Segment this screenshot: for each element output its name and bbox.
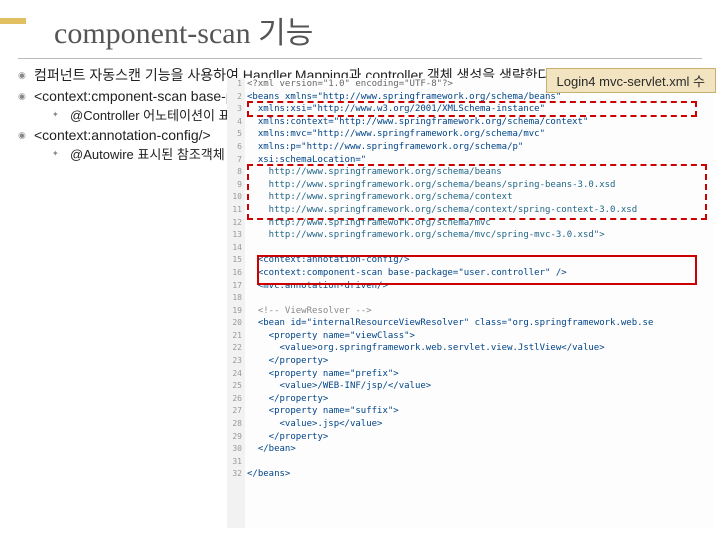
code-editor: 1234567891011121314151617181920212223242… <box>227 78 713 528</box>
filename-callout: Login4 mvc-servlet.xml 수 <box>546 68 717 93</box>
code-gutter: 1234567891011121314151617181920212223242… <box>227 78 245 528</box>
slide: component-scan 기능 컴퍼넌트 자동스캔 기능을 사용하여 Han… <box>0 0 720 175</box>
slide-title: component-scan 기능 <box>18 6 702 59</box>
bullet-3-text: <context:annotation-config/> <box>34 127 211 143</box>
code-content: <?xml version="1.0" encoding="UTF-8"?><b… <box>247 78 713 481</box>
